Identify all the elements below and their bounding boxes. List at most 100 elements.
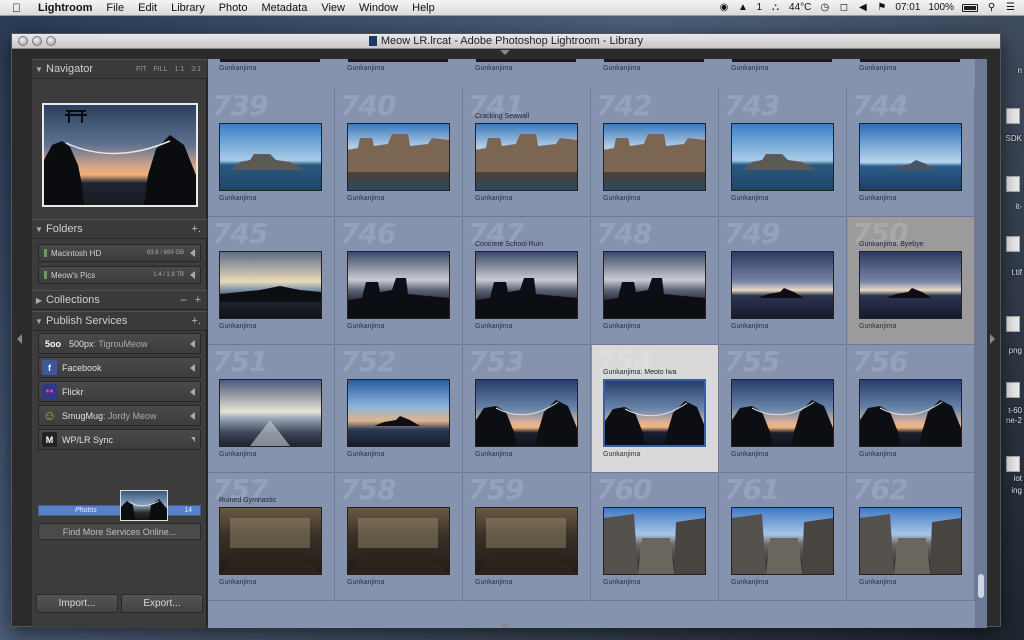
menu-window[interactable]: Window — [359, 2, 398, 14]
navigator-preview[interactable] — [42, 103, 198, 207]
minimize-button[interactable] — [32, 36, 42, 46]
zoom-fit[interactable]: FIT — [136, 66, 147, 73]
photo-thumbnail[interactable] — [603, 379, 706, 447]
right-panel-toggle-icon[interactable] — [990, 334, 995, 344]
spotlight-icon[interactable]: ⚲ — [986, 2, 997, 13]
file-icon[interactable] — [1006, 236, 1020, 252]
photo-thumbnail[interactable] — [859, 507, 962, 575]
expand-arrow-icon[interactable] — [190, 387, 195, 396]
file-icon[interactable] — [1006, 382, 1020, 398]
notification-icon[interactable]: ☰ — [1005, 2, 1016, 13]
grid-cell[interactable]: 743 Gunkanjima — [720, 89, 847, 217]
menu-view[interactable]: View — [321, 2, 345, 14]
fan-icon[interactable]: ⛬ — [770, 2, 781, 13]
folders-header[interactable]: ▼ Folders +. — [32, 219, 207, 239]
expand-arrow-icon[interactable] — [190, 249, 195, 257]
grid-cell[interactable]: 752 Gunkanjima — [336, 345, 463, 473]
photo-thumbnail[interactable] — [475, 251, 578, 319]
file-icon[interactable] — [1006, 316, 1020, 332]
left-panel-toggle-icon[interactable] — [17, 334, 22, 344]
photo-thumbnail[interactable] — [731, 379, 834, 447]
photo-thumbnail[interactable] — [219, 251, 322, 319]
grid-cell[interactable]: 741 Cracking Seawall Gunkanjima — [464, 89, 591, 217]
grid-cell[interactable]: 745 Gunkanjima — [208, 217, 335, 345]
close-button[interactable] — [18, 36, 28, 46]
status-number[interactable]: 1 — [756, 2, 762, 13]
desktop-label[interactable]: iot — [1014, 474, 1022, 483]
desktop-label[interactable]: ne-2 — [1006, 416, 1022, 425]
grid-cell[interactable]: 744 Gunkanjima — [848, 89, 975, 217]
expand-arrow-icon[interactable] — [190, 411, 195, 420]
expand-arrow-icon[interactable] — [190, 339, 195, 348]
photo-thumbnail[interactable] — [347, 379, 450, 447]
photo-thumbnail[interactable] — [603, 123, 706, 191]
grid-cell[interactable]: 742 Gunkanjima — [592, 89, 719, 217]
grid-cell[interactable]: 750 Gunkanjima: Byebye Gunkanjima — [848, 217, 975, 345]
grid-cell[interactable]: 746 Gunkanjima — [336, 217, 463, 345]
apple-icon[interactable]:  — [12, 1, 26, 15]
publish-services-header[interactable]: ▼ Publish Services +. — [32, 311, 207, 331]
collapse-triangle-icon[interactable]: ▼ — [32, 225, 46, 234]
desktop-label[interactable]: ing — [1011, 486, 1022, 495]
export-button[interactable]: Export... — [121, 594, 203, 613]
collapse-triangle-icon[interactable]: ▼ — [32, 65, 46, 74]
bottom-panel-toggle-icon[interactable] — [500, 622, 510, 627]
dragged-photo-thumbnail[interactable] — [120, 490, 168, 521]
photo-thumbnail[interactable] — [859, 251, 962, 319]
collections-header[interactable]: ▶ Collections – + — [32, 290, 207, 310]
service-wplr-sync[interactable]: M WP/LR Sync — [38, 429, 201, 450]
add-folder-button[interactable]: +. — [192, 223, 201, 235]
time-machine-icon[interactable]: ◷ — [819, 2, 830, 13]
import-button[interactable]: Import... — [36, 594, 118, 613]
zoom-fill[interactable]: FILL — [154, 66, 168, 73]
zoom-3-1[interactable]: 3:1 — [191, 66, 201, 73]
desktop-label[interactable]: t-60 — [1008, 406, 1022, 415]
photo-thumbnail[interactable] — [731, 251, 834, 319]
shield-icon[interactable]: ▲ — [737, 2, 748, 13]
expand-arrow-icon[interactable] — [190, 271, 195, 279]
add-collection-button[interactable]: + — [195, 294, 201, 306]
photo-thumbnail[interactable] — [219, 379, 322, 447]
photo-thumbnail[interactable] — [475, 123, 578, 191]
add-publish-service-button[interactable]: +. — [192, 315, 201, 327]
photo-thumbnail[interactable] — [731, 507, 834, 575]
collapse-triangle-icon[interactable]: ▼ — [32, 317, 46, 326]
library-grid[interactable]: Gunkanjima Gunkanjima Gunkanjima Gunkanjima… — [208, 59, 975, 628]
flag-icon[interactable]: ⚑ — [876, 2, 887, 13]
grid-scrollbar[interactable] — [975, 59, 987, 628]
grid-cell[interactable]: 757 Ruined Gymnastic Gunkanjima — [208, 473, 335, 601]
grid-cell[interactable]: 749 Gunkanjima — [720, 217, 847, 345]
file-icon[interactable] — [1006, 108, 1020, 124]
file-icon[interactable] — [1006, 176, 1020, 192]
photo-thumbnail[interactable] — [475, 507, 578, 575]
chat-icon[interactable]: ◉ — [718, 2, 729, 13]
photo-thumbnail[interactable] — [859, 123, 962, 191]
find-more-services-button[interactable]: Find More Services Online... — [38, 523, 201, 540]
remove-collection-button[interactable]: – — [180, 294, 186, 306]
service-flickr[interactable]: ●● Flickr — [38, 381, 201, 402]
expand-arrow-icon[interactable] — [190, 363, 195, 372]
grid-cell[interactable]: 747 Concrete School Ruin Gunkanjima — [464, 217, 591, 345]
photo-thumbnail[interactable] — [859, 379, 962, 447]
top-panel-toggle-icon[interactable] — [500, 50, 510, 55]
zoom-button[interactable] — [46, 36, 56, 46]
desktop-label[interactable]: png — [1009, 346, 1022, 355]
expand-triangle-icon[interactable]: ▶ — [32, 296, 46, 305]
volume-icon[interactable]: ◀ — [857, 2, 868, 13]
partial-thumbnail[interactable] — [604, 59, 704, 62]
menu-metadata[interactable]: Metadata — [261, 2, 307, 14]
grid-cell[interactable]: 754 Gunkanjima: Meoto Iwa Gunkanjima — [592, 345, 719, 473]
collapse-arrow-icon[interactable] — [191, 437, 195, 442]
folder-meows-pics[interactable]: Meow's Pics 1.4 / 1.8 TB — [38, 266, 201, 284]
grid-cell[interactable]: 739 Gunkanjima — [208, 89, 335, 217]
battery-percent[interactable]: 100% — [928, 2, 954, 13]
temperature-readout[interactable]: 44°C — [789, 2, 811, 13]
photo-thumbnail[interactable] — [731, 123, 834, 191]
grid-cell[interactable]: 760 Gunkanjima — [592, 473, 719, 601]
photo-thumbnail[interactable] — [219, 123, 322, 191]
photo-thumbnail[interactable] — [347, 507, 450, 575]
photo-thumbnail[interactable] — [603, 251, 706, 319]
photo-thumbnail[interactable] — [475, 379, 578, 447]
grid-cell[interactable]: 748 Gunkanjima — [592, 217, 719, 345]
clock[interactable]: 07:01 — [895, 2, 920, 13]
